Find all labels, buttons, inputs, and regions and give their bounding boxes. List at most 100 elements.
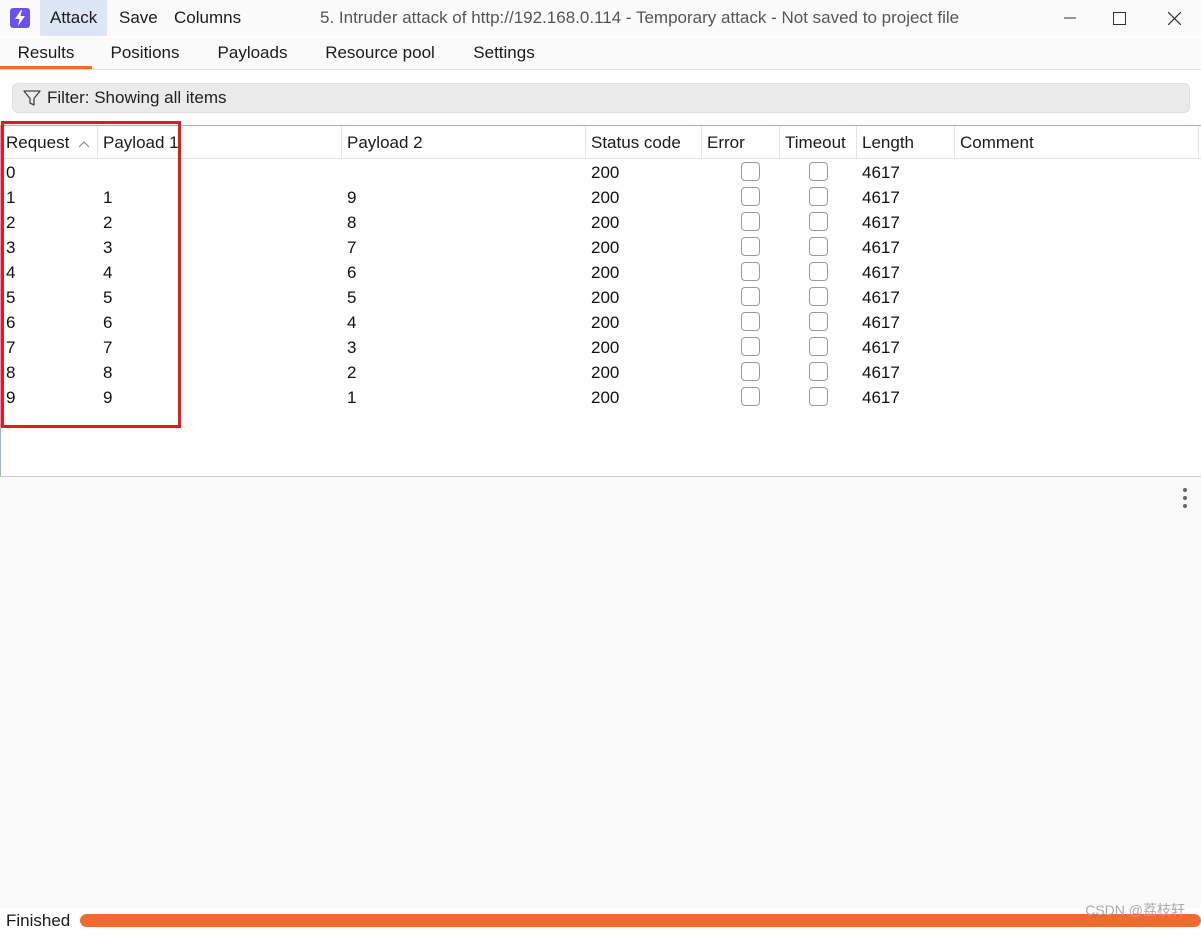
timeout-checkbox[interactable] <box>809 262 828 281</box>
tab-results[interactable]: Results <box>0 38 92 69</box>
error-checkbox[interactable] <box>741 287 760 306</box>
menu-attack[interactable]: Attack <box>40 0 108 36</box>
chevron-up-icon <box>78 141 90 148</box>
cell-comment <box>955 210 960 235</box>
menu-save[interactable]: Save <box>109 0 168 36</box>
error-checkbox[interactable] <box>741 387 760 406</box>
timeout-checkbox[interactable] <box>809 387 828 406</box>
title-bar: Attack Save Columns 5. Intruder attack o… <box>0 0 1201 36</box>
tab-payloads[interactable]: Payloads <box>209 38 296 69</box>
column-header-comment[interactable]: Comment <box>955 126 1199 159</box>
column-header-timeout[interactable]: Timeout <box>780 126 857 159</box>
table-row[interactable]: 4 4 6 200 4617 <box>1 260 1201 285</box>
column-header-payload-2[interactable]: Payload 2 <box>342 126 586 159</box>
kebab-icon[interactable] <box>1182 488 1188 508</box>
minimize-button[interactable] <box>1045 0 1095 36</box>
cell-payload-1: 7 <box>103 338 113 357</box>
progress-fill <box>80 914 1201 927</box>
status-label: Finished <box>6 911 71 930</box>
maximize-icon <box>1112 11 1126 25</box>
timeout-checkbox[interactable] <box>809 312 828 331</box>
table-row[interactable]: 0 200 4617 <box>1 160 1201 185</box>
window-title: 5. Intruder attack of http://192.168.0.1… <box>320 8 960 27</box>
timeout-checkbox[interactable] <box>809 287 828 306</box>
cell-status-code: 200 <box>591 263 620 282</box>
cell-payload-1 <box>98 160 103 185</box>
cell-payload-2: 7 <box>347 238 357 257</box>
table-row[interactable]: 6 6 4 200 4617 <box>1 310 1201 335</box>
cell-status-code: 200 <box>591 388 620 407</box>
cell-payload-2: 9 <box>347 188 357 207</box>
cell-payload-1: 3 <box>103 238 113 257</box>
results-table: Request Payload 1 Payload 2 Status code … <box>0 125 1201 477</box>
column-header-payload-1[interactable]: Payload 1 <box>98 126 342 159</box>
cell-length: 4617 <box>862 363 900 382</box>
filter-bar[interactable]: Filter: Showing all items <box>12 83 1190 113</box>
cell-comment <box>955 310 960 335</box>
menu-columns[interactable]: Columns <box>164 0 251 36</box>
column-header-error[interactable]: Error <box>702 126 780 159</box>
column-header-label: Request <box>6 133 70 152</box>
cell-request: 4 <box>6 263 16 282</box>
cell-request: 7 <box>6 338 16 357</box>
tab-resource-pool[interactable]: Resource pool <box>316 38 444 69</box>
error-checkbox[interactable] <box>741 337 760 356</box>
cell-length: 4617 <box>862 188 900 207</box>
minimize-icon <box>1064 17 1076 19</box>
detail-pane <box>0 478 1201 908</box>
cell-status-code: 200 <box>591 363 620 382</box>
table-row[interactable]: 2 2 8 200 4617 <box>1 210 1201 235</box>
cell-length: 4617 <box>862 388 900 407</box>
tab-settings[interactable]: Settings <box>464 38 544 69</box>
cell-comment <box>955 335 960 360</box>
column-header-request[interactable]: Request <box>1 126 98 159</box>
error-checkbox[interactable] <box>741 262 760 281</box>
cell-comment <box>955 285 960 310</box>
timeout-checkbox[interactable] <box>809 162 828 181</box>
column-header-length[interactable]: Length <box>857 126 955 159</box>
error-checkbox[interactable] <box>741 212 760 231</box>
error-checkbox[interactable] <box>741 362 760 381</box>
funnel-icon <box>23 90 41 106</box>
table-row[interactable]: 1 1 9 200 4617 <box>1 185 1201 210</box>
cell-payload-2: 2 <box>347 363 357 382</box>
column-header-status-code[interactable]: Status code <box>586 126 702 159</box>
cell-payload-1: 5 <box>103 288 113 307</box>
timeout-checkbox[interactable] <box>809 337 828 356</box>
cell-comment <box>955 160 960 185</box>
maximize-button[interactable] <box>1094 0 1144 36</box>
cell-length: 4617 <box>862 313 900 332</box>
cell-status-code: 200 <box>591 238 620 257</box>
error-checkbox[interactable] <box>741 312 760 331</box>
timeout-checkbox[interactable] <box>809 187 828 206</box>
cell-payload-2: 1 <box>347 388 357 407</box>
close-icon <box>1167 11 1181 25</box>
table-row[interactable]: 8 8 2 200 4617 <box>1 360 1201 385</box>
cell-request: 8 <box>6 363 16 382</box>
error-checkbox[interactable] <box>741 187 760 206</box>
lightning-icon <box>10 8 30 28</box>
table-row[interactable]: 9 9 1 200 4617 <box>1 385 1201 410</box>
cell-payload-1: 1 <box>103 188 113 207</box>
cell-status-code: 200 <box>591 313 620 332</box>
close-button[interactable] <box>1149 0 1199 36</box>
cell-payload-2: 8 <box>347 213 357 232</box>
cell-payload-2 <box>342 160 347 185</box>
error-checkbox[interactable] <box>741 237 760 256</box>
timeout-checkbox[interactable] <box>809 237 828 256</box>
cell-payload-1: 6 <box>103 313 113 332</box>
timeout-checkbox[interactable] <box>809 362 828 381</box>
cell-length: 4617 <box>862 238 900 257</box>
tab-positions[interactable]: Positions <box>101 38 189 69</box>
timeout-checkbox[interactable] <box>809 212 828 231</box>
cell-request: 0 <box>6 163 16 182</box>
cell-request: 2 <box>6 213 16 232</box>
table-row[interactable]: 5 5 5 200 4617 <box>1 285 1201 310</box>
cell-request: 9 <box>6 388 16 407</box>
cell-length: 4617 <box>862 338 900 357</box>
table-row[interactable]: 3 3 7 200 4617 <box>1 235 1201 260</box>
cell-status-code: 200 <box>591 213 620 232</box>
table-row[interactable]: 7 7 3 200 4617 <box>1 335 1201 360</box>
cell-request: 5 <box>6 288 16 307</box>
error-checkbox[interactable] <box>741 162 760 181</box>
